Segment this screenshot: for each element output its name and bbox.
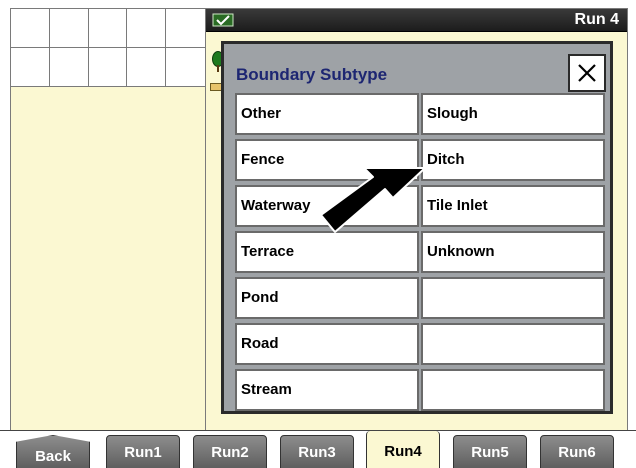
option-label: Unknown [427, 243, 495, 260]
option-terrace[interactable]: Terrace [235, 231, 419, 273]
tab-label: Run6 [558, 444, 596, 461]
option-pond[interactable]: Pond [235, 277, 419, 319]
run-tab-bar: Back Run1 Run2 Run3 Run4 Run5 Run6 [0, 430, 636, 468]
boundary-subtype-dialog: Boundary Subtype Other Slough Fence Ditc… [221, 41, 613, 414]
grid-cell [88, 48, 128, 87]
option-label: Other [241, 105, 282, 122]
run-title: Run 4 [574, 11, 619, 28]
tab-label: Run1 [124, 444, 162, 461]
dialog-title: Boundary Subtype [236, 65, 388, 84]
grid-cell [49, 48, 89, 87]
tab-run2[interactable]: Run2 [193, 435, 267, 468]
grid-cell [49, 9, 89, 48]
display-screen: Run 4 Boundary Subtype Other Slough Fenc… [0, 0, 636, 468]
option-slough[interactable]: Slough [421, 93, 605, 135]
dialog-header: Boundary Subtype [234, 54, 606, 94]
grid-cell [11, 48, 50, 87]
option-label: Ditch [427, 151, 465, 168]
left-panel [10, 8, 206, 432]
left-grid [11, 9, 205, 87]
grid-cell [11, 9, 50, 48]
tab-label: Run2 [211, 444, 249, 461]
option-label: Tile Inlet [427, 197, 488, 214]
option-label: Waterway [241, 197, 311, 214]
option-other[interactable]: Other [235, 93, 419, 135]
option-label: Pond [241, 289, 279, 306]
option-label: Terrace [241, 243, 295, 260]
grid-cell [88, 9, 128, 48]
checkmark-icon [212, 13, 234, 27]
close-icon [578, 64, 596, 82]
tab-label: Run5 [471, 444, 509, 461]
option-empty[interactable] [421, 323, 605, 365]
subtype-options-grid: Other Slough Fence Ditch Waterway Tile I… [235, 93, 605, 411]
grid-cell [166, 9, 205, 48]
option-label: Fence [241, 151, 285, 168]
back-label: Back [35, 448, 71, 465]
option-tile-inlet[interactable]: Tile Inlet [421, 185, 605, 227]
option-ditch[interactable]: Ditch [421, 139, 605, 181]
tab-run3[interactable]: Run3 [280, 435, 354, 468]
tab-run4[interactable]: Run4 [366, 431, 440, 468]
grid-cell [166, 48, 205, 87]
tab-run1[interactable]: Run1 [106, 435, 180, 468]
close-button[interactable] [568, 54, 606, 92]
option-stream[interactable]: Stream [235, 369, 419, 411]
option-label: Slough [427, 105, 478, 122]
option-fence[interactable]: Fence [235, 139, 419, 181]
tab-run6[interactable]: Run6 [540, 435, 614, 468]
grid-cell [127, 9, 167, 48]
tab-label: Run4 [384, 443, 422, 460]
option-empty[interactable] [421, 277, 605, 319]
tab-run5[interactable]: Run5 [453, 435, 527, 468]
title-bar: Run 4 [206, 9, 627, 32]
back-button[interactable]: Back [16, 435, 90, 468]
option-label: Road [241, 335, 279, 352]
option-label: Stream [241, 381, 292, 398]
grid-cell [127, 48, 167, 87]
option-empty[interactable] [421, 369, 605, 411]
option-waterway[interactable]: Waterway [235, 185, 419, 227]
tab-label: Run3 [298, 444, 336, 461]
option-unknown[interactable]: Unknown [421, 231, 605, 273]
option-road[interactable]: Road [235, 323, 419, 365]
